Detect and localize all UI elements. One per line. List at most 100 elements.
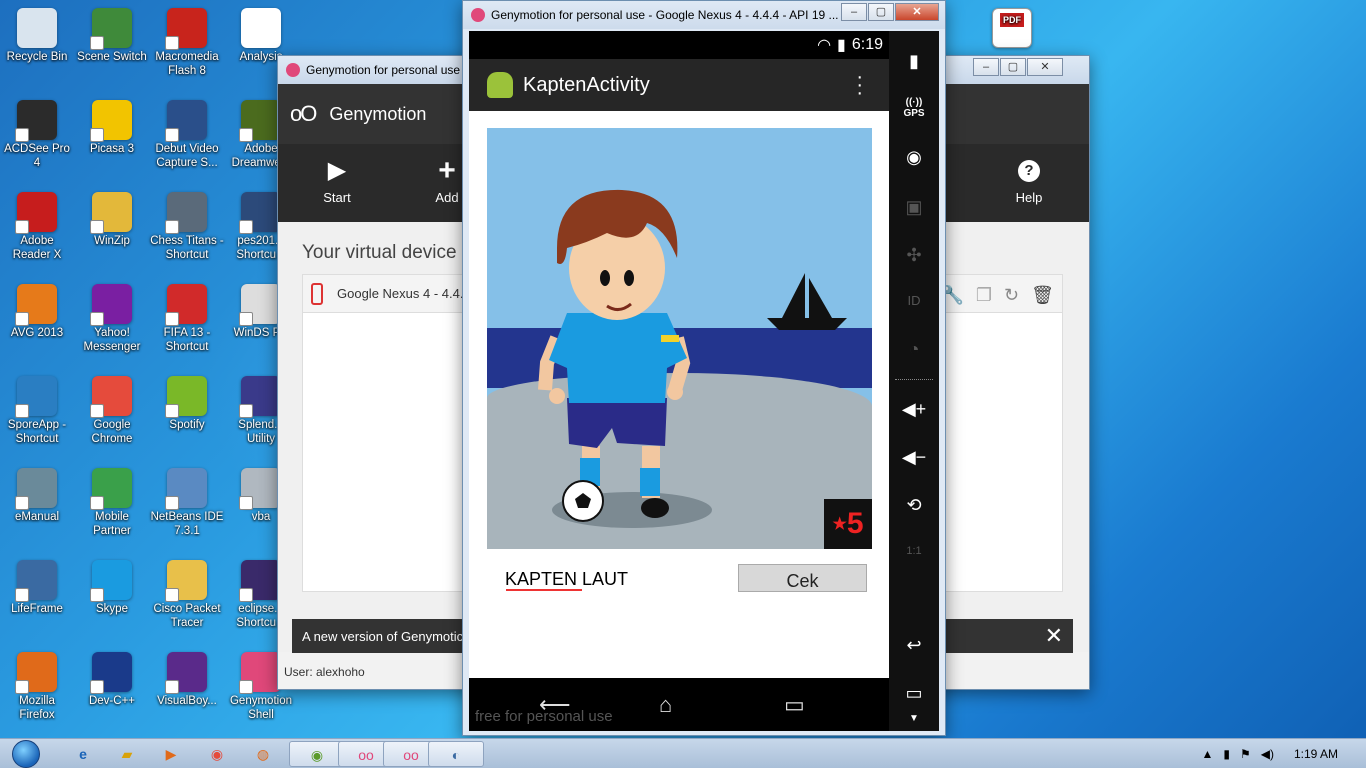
webcam-widget-icon[interactable]: ◉ [889,147,939,168]
show-hidden-icons-icon[interactable]: ▲ [1201,747,1213,761]
android-screen[interactable]: ◠ ▮ 6:19 KaptenActivity · · · ★5 KAPTEN … [469,31,889,731]
taskbar-firefox-icon[interactable]: ◍ [246,741,280,767]
answer-input[interactable] [495,561,725,597]
battery-widget-icon[interactable]: ▮ [889,51,939,72]
menu-down-icon[interactable]: ▼ [889,713,939,724]
app-icon [90,8,132,50]
desktop-icon[interactable]: Adobe Reader X [0,192,74,262]
desktop-icon[interactable]: Chess Titans - Shortcut [150,192,224,262]
windows-orb-icon [12,740,40,768]
app-icon [90,192,132,234]
system-tray: ▲ ▮ ⚑ ◀) 1:19 AM [1201,739,1366,768]
desktop-icon[interactable]: LifeFrame [0,560,74,616]
desktop-icon[interactable]: NetBeans IDE 7.3.1 [150,468,224,538]
emulator-window[interactable]: Genymotion for personal use - Google Nex… [462,0,946,736]
wifi-icon: ◠ [817,37,832,54]
taskbar-media-icon[interactable]: ▶ [154,741,188,767]
taskbar-ie-icon[interactable]: e [66,741,100,767]
taskbar-android-icon[interactable]: ◉ [289,741,345,767]
overflow-menu-icon[interactable]: · · · [856,67,863,103]
volume-tray-icon[interactable]: ◀) [1261,747,1274,761]
desktop-icon[interactable]: Dev-C++ [75,652,149,708]
volume-up-icon[interactable]: ◀+ [889,399,939,420]
desktop-icon-label: Scene Switch [77,51,147,63]
home-nav-icon[interactable]: ⌂ [659,692,672,718]
action-center-icon[interactable]: ⚑ [1240,747,1251,761]
desktop-icon-label: Mozilla Firefox [19,695,55,721]
notice-text: A new version of Genymotic [302,628,464,644]
recents-nav-icon[interactable]: ▭ [784,692,805,718]
emulator-window-controls: ‒ ▢ ✕ [840,3,939,21]
desktop-icon-label: Cisco Packet Tracer [153,603,221,629]
desktop-icon-label: AVG 2013 [10,327,64,339]
app-icon [165,100,207,142]
desktop-icon[interactable]: Cisco Packet Tracer [150,560,224,630]
clock[interactable]: 1:19 AM [1294,747,1338,761]
start-button[interactable]: ▶ Start [307,156,367,205]
gps-label: GPS [903,108,925,119]
star-icon: ★ [832,516,847,534]
desktop-icon-label: Macromedia Flash 8 [155,51,219,77]
desktop-icon[interactable]: Yahoo! Messenger [75,284,149,354]
taskbar-chrome-icon[interactable]: ◉ [200,741,234,767]
desktop-icon[interactable]: Google Chrome [75,376,149,446]
desktop-icon[interactable]: Skype [75,560,149,616]
window-title: Genymotion for personal use [306,63,461,77]
help-button[interactable]: ? Help [999,156,1059,205]
help-label: Help [1015,190,1043,205]
app-icon [15,376,57,418]
app-icon [165,284,207,326]
clone-icon[interactable]: ❐ [976,285,992,306]
start-button[interactable] [6,739,46,768]
network-tray-icon[interactable]: ▮ [1223,747,1230,761]
minimize-button[interactable]: ‒ [973,58,999,76]
desktop-icon[interactable]: Mobile Partner [75,468,149,538]
desktop-icon[interactable]: Scene Switch [75,8,149,64]
desktop-icon[interactable]: Picasa 3 [75,100,149,156]
desktop-icon-label: Google Chrome [91,419,133,445]
desktop-icon-label: eManual [14,511,60,523]
battery-icon: ▮ [837,37,846,54]
desktop-icon-pdf[interactable]: PDF [975,8,1049,50]
gps-widget-icon[interactable]: ((·)) GPS [889,97,939,119]
device-actions: 🔧 ❐ ↻ 🗑 [941,285,1054,306]
volume-down-icon[interactable]: ◀− [889,447,939,468]
desktop-icon[interactable]: Spotify [150,376,224,432]
desktop-icon[interactable]: Recycle Bin [0,8,74,64]
desktop-icon-label: Mobile Partner [93,511,131,537]
maximize-button[interactable]: ▢ [1000,58,1026,76]
desktop-icon[interactable]: AVG 2013 [0,284,74,340]
desktop-icon-label: Genymotion Shell [229,695,292,721]
taskbar-app-icon[interactable]: ◐ [428,741,484,767]
cek-button[interactable]: Cek [738,564,867,592]
reset-icon[interactable]: ↻ [1004,285,1019,306]
desktop-icon[interactable]: ACDSee Pro 4 [0,100,74,170]
desktop-icon[interactable]: Mozilla Firefox [0,652,74,722]
recent-apps-icon[interactable]: ▭ [889,683,939,704]
rotate-icon[interactable]: ⟲ [889,495,939,516]
device-name: Google Nexus 4 - 4.4. [337,286,464,301]
desktop-icon[interactable]: FIFA 13 - Shortcut [150,284,224,354]
desktop-icon[interactable]: Debut Video Capture S... [150,100,224,170]
taskbar-explorer-icon[interactable]: ▰ [110,741,144,767]
badge-number: 5 [846,507,864,540]
android-status-bar: ◠ ▮ 6:19 [469,31,889,59]
desktop-icon[interactable]: SporeApp - Shortcut [0,376,74,446]
close-button[interactable]: ✕ [1027,58,1063,76]
back-button-icon[interactable]: ↩ [889,635,939,656]
close-button[interactable]: ✕ [895,3,939,21]
spellcheck-underline [506,589,582,591]
scale-icon: 1:1 [889,545,939,557]
close-notice-icon[interactable]: ✕ [1045,623,1063,649]
desktop-icon[interactable]: VisualBoy... [150,652,224,708]
minimize-button[interactable]: ‒ [841,3,867,21]
desktop-icon[interactable]: eManual [0,468,74,524]
emulator-titlebar[interactable]: Genymotion for personal use - Google Nex… [463,1,945,29]
desktop-icon[interactable]: WinZip [75,192,149,248]
trash-icon[interactable]: 🗑 [1031,285,1054,306]
ratio-label: 1:1 [906,545,922,557]
desktop-icon-label: SporeApp - Shortcut [7,419,67,445]
maximize-button[interactable]: ▢ [868,3,894,21]
quiz-picture: ★5 [487,128,872,549]
desktop-icon[interactable]: Macromedia Flash 8 [150,8,224,78]
